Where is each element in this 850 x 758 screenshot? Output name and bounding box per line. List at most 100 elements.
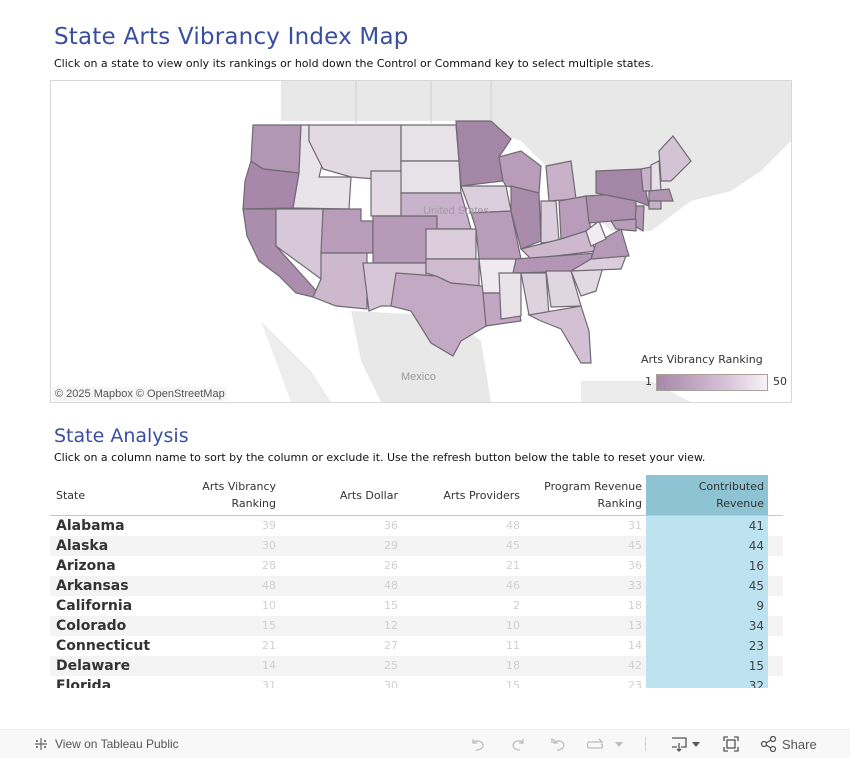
- state-alabama: [520, 272, 550, 317]
- cell-arts-providers: 21: [506, 559, 520, 572]
- state-south-dakota: [400, 160, 462, 194]
- cell-arts-vibrancy-ranking: 14: [262, 659, 276, 672]
- cell-program-revenue-ranking: 36: [628, 559, 642, 572]
- cell-contributed-revenue: 41: [646, 516, 768, 536]
- cell-program-revenue-ranking: 45: [628, 539, 642, 552]
- cell-contributed-revenue: 15: [646, 656, 768, 676]
- cell-state[interactable]: Connecticut: [56, 636, 150, 656]
- country-label-united-states: United States: [423, 205, 490, 217]
- view-on-tableau-public-link[interactable]: View on Tableau Public: [33, 730, 179, 758]
- cell-arts-vibrancy-ranking: 48: [262, 579, 276, 592]
- cell-state[interactable]: Alabama: [56, 516, 125, 536]
- state-north-dakota: [400, 124, 460, 162]
- page-title: State Arts Vibrancy Index Map: [54, 24, 409, 50]
- state-michigan: [545, 160, 577, 202]
- cell-arts-vibrancy-ranking: 10: [262, 599, 276, 612]
- cell-arts-vibrancy-ranking: 28: [262, 559, 276, 572]
- column-header-arts-dollar[interactable]: Arts Dollar: [290, 475, 398, 515]
- share-button[interactable]: Share: [760, 730, 817, 758]
- cell-arts-dollar: 36: [384, 519, 398, 532]
- cell-arts-providers: 2: [513, 599, 520, 612]
- table-row[interactable]: Florida 31 30 15 23 32: [50, 676, 783, 688]
- cell-contributed-revenue: 32: [646, 676, 768, 688]
- legend-title: Arts Vibrancy Ranking: [641, 353, 763, 366]
- cell-contributed-revenue: 45: [646, 576, 768, 596]
- table-row[interactable]: Arkansas 48 48 46 33 45: [50, 576, 783, 596]
- legend-max-label: 50: [773, 375, 787, 388]
- cell-program-revenue-ranking: 42: [628, 659, 642, 672]
- cell-arts-vibrancy-ranking: 30: [262, 539, 276, 552]
- map-attribution[interactable]: © 2025 Mapbox © OpenStreetMap: [53, 387, 227, 401]
- cell-program-revenue-ranking: 18: [628, 599, 642, 612]
- country-label-mexico: Mexico: [401, 371, 436, 383]
- legend-color-ramp: [656, 374, 768, 391]
- cell-arts-vibrancy-ranking: 21: [262, 639, 276, 652]
- cell-arts-providers: 45: [506, 539, 520, 552]
- fullscreen-button[interactable]: [722, 730, 740, 758]
- cell-arts-providers: 18: [506, 659, 520, 672]
- cell-arts-providers: 11: [506, 639, 520, 652]
- download-icon: [672, 737, 687, 752]
- table-row[interactable]: Alaska 30 29 45 45 44: [50, 536, 783, 556]
- table-row[interactable]: Arizona 28 26 21 36 16: [50, 556, 783, 576]
- column-header-program-revenue-ranking[interactable]: Program Revenue Ranking: [526, 475, 642, 515]
- column-header-state[interactable]: State: [56, 475, 166, 515]
- cell-arts-dollar: 12: [384, 619, 398, 632]
- section-subtitle: Click on a column name to sort by the co…: [54, 451, 706, 464]
- cell-arts-dollar: 15: [384, 599, 398, 612]
- table-row[interactable]: California 10 15 2 18 9: [50, 596, 783, 616]
- cell-state[interactable]: Florida: [56, 676, 111, 688]
- cell-program-revenue-ranking: 13: [628, 619, 642, 632]
- revert-button[interactable]: [549, 730, 567, 758]
- state-arizona: [312, 252, 368, 310]
- pause-dropdown-button[interactable]: [614, 730, 624, 758]
- state-kansas: [425, 228, 477, 260]
- undo-icon: [472, 739, 484, 751]
- state-analysis-table: State Arts Vibrancy Ranking Arts Dollar …: [50, 475, 783, 688]
- cell-state[interactable]: Delaware: [56, 656, 130, 676]
- fullscreen-icon: [723, 736, 739, 752]
- state-indiana: [540, 200, 560, 244]
- cell-contributed-revenue: 9: [646, 596, 768, 616]
- table-row[interactable]: Connecticut 21 27 11 14 23: [50, 636, 783, 656]
- redo-button[interactable]: [509, 730, 527, 758]
- cell-arts-providers: 48: [506, 519, 520, 532]
- table-row[interactable]: Delaware 14 25 18 42 15: [50, 656, 783, 676]
- legend-min-label: 1: [645, 375, 652, 388]
- cell-contributed-revenue: 23: [646, 636, 768, 656]
- state-map[interactable]: United States Mexico © 2025 Mapbox © Ope…: [50, 80, 792, 403]
- cell-state[interactable]: Alaska: [56, 536, 108, 556]
- state-mississippi: [498, 272, 522, 320]
- chevron-down-icon: [692, 742, 700, 747]
- cell-arts-providers: 10: [506, 619, 520, 632]
- cell-program-revenue-ranking: 23: [628, 679, 642, 688]
- cell-contributed-revenue: 44: [646, 536, 768, 556]
- cell-contributed-revenue: 16: [646, 556, 768, 576]
- cell-state[interactable]: Arizona: [56, 556, 116, 576]
- page-subtitle: Click on a state to view only its rankin…: [54, 57, 654, 70]
- share-label: Share: [782, 736, 817, 752]
- state-connecticut: [648, 200, 662, 210]
- cell-arts-dollar: 29: [384, 539, 398, 552]
- column-header-contributed-revenue[interactable]: Contributed Revenue: [646, 475, 768, 515]
- state-vermont: [640, 166, 652, 192]
- cell-state[interactable]: Colorado: [56, 616, 126, 636]
- table-row[interactable]: Alabama 39 36 48 31 41: [50, 516, 783, 536]
- cell-state[interactable]: California: [56, 596, 132, 616]
- cell-arts-providers: 46: [506, 579, 520, 592]
- refresh-button[interactable]: [585, 730, 605, 758]
- column-header-arts-vibrancy-ranking[interactable]: Arts Vibrancy Ranking: [160, 475, 276, 515]
- cell-state[interactable]: Arkansas: [56, 576, 129, 596]
- table-row[interactable]: Colorado 15 12 10 13 34: [50, 616, 783, 636]
- undo-button[interactable]: [469, 730, 487, 758]
- column-header-arts-providers[interactable]: Arts Providers: [410, 475, 520, 515]
- cell-arts-vibrancy-ranking: 39: [262, 519, 276, 532]
- redo-icon: [512, 739, 524, 751]
- download-button[interactable]: [670, 730, 701, 758]
- chevron-down-icon: [615, 742, 623, 747]
- cell-arts-dollar: 48: [384, 579, 398, 592]
- tableau-logo-icon: [35, 738, 47, 750]
- refresh-icon: [586, 738, 604, 749]
- cell-program-revenue-ranking: 14: [628, 639, 642, 652]
- cell-arts-dollar: 30: [384, 679, 398, 688]
